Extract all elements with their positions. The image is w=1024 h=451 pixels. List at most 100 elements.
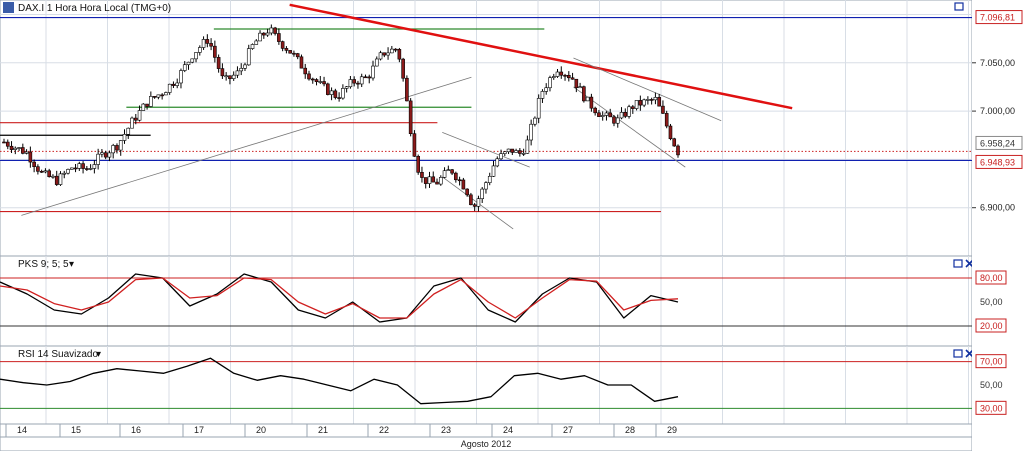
candle <box>416 156 420 173</box>
candle <box>43 170 48 173</box>
candle <box>58 173 63 185</box>
candle <box>499 153 503 160</box>
candle <box>51 175 55 178</box>
candle <box>341 88 345 99</box>
x-tick-label: 22 <box>379 425 389 435</box>
candle <box>205 39 210 44</box>
candle <box>393 48 398 51</box>
candle <box>318 81 323 83</box>
candle <box>5 141 10 147</box>
candle <box>314 79 319 83</box>
candle <box>209 43 213 47</box>
candle <box>258 32 262 42</box>
pks-panel[interactable]: PKS 9; 5; 5 ▾ <box>0 255 974 347</box>
candle <box>303 67 308 75</box>
candle <box>118 140 123 151</box>
candle <box>21 147 25 154</box>
candle <box>194 52 198 60</box>
candle <box>600 115 605 117</box>
candle <box>288 50 292 54</box>
candle <box>536 98 541 119</box>
candle <box>228 75 232 79</box>
candle <box>461 179 466 190</box>
candle <box>397 49 402 60</box>
price-panel[interactable]: DAX.I 1 Hora Hora Local (TMG+0) <box>0 0 973 257</box>
candle <box>359 76 364 85</box>
rsi-dropdown-icon[interactable]: ▾ <box>96 349 101 360</box>
candle <box>646 99 650 101</box>
candle <box>152 96 157 98</box>
chart-icon <box>3 2 14 13</box>
candle <box>619 112 624 119</box>
x-axis-label: Agosto 2012 <box>461 439 512 449</box>
rsi-panel[interactable]: RSI 14 Suavizado ▾ <box>0 345 974 425</box>
candle <box>122 134 127 141</box>
candle <box>593 107 597 114</box>
candle <box>73 167 78 170</box>
oscillator-tick-label: 50,00 <box>980 297 1003 307</box>
candle <box>427 176 432 184</box>
price-badge-label: 7.096,81 <box>980 13 1015 23</box>
candle <box>160 94 164 97</box>
x-axis: 14 15 16 17 20 21 22 23 24 27 28 29 Agosto 2012 <box>0 423 973 451</box>
candle <box>589 96 594 109</box>
candle <box>627 106 631 117</box>
oscillator-tick-label: 30,00 <box>980 403 1003 413</box>
candle <box>182 64 187 71</box>
candle <box>540 91 545 99</box>
candle <box>472 204 477 207</box>
candle <box>201 39 206 48</box>
candle <box>85 168 89 170</box>
candle <box>66 169 70 174</box>
candle <box>487 176 492 183</box>
candle <box>103 152 108 158</box>
candle <box>299 56 304 69</box>
candle <box>92 164 97 169</box>
candle <box>642 99 646 106</box>
candle <box>438 177 443 185</box>
x-tick-label: 29 <box>667 425 677 435</box>
candle <box>115 145 119 151</box>
candle <box>265 32 270 36</box>
pks-title: PKS 9; 5; 5 <box>18 259 69 270</box>
candle <box>164 92 168 96</box>
candle <box>386 52 390 56</box>
candle <box>480 188 485 199</box>
candle <box>28 151 33 163</box>
candle <box>446 169 451 172</box>
dax-chart: DAX.I 1 Hora Hora Local (TMG+0) PKS 9; 5… <box>0 0 1024 451</box>
candle <box>9 145 14 150</box>
candle <box>668 125 673 140</box>
candle <box>235 70 240 76</box>
candle <box>638 100 643 106</box>
chart-title: DAX.I 1 Hora Hora Local (TMG+0) <box>3 2 171 14</box>
candle <box>69 167 74 170</box>
candle <box>81 163 85 169</box>
candle <box>374 58 379 67</box>
candle <box>491 165 496 177</box>
candle <box>371 65 375 79</box>
candle <box>604 112 609 116</box>
candle <box>111 145 115 154</box>
x-tick-label: 24 <box>503 425 513 435</box>
candle <box>525 139 530 154</box>
candle <box>544 87 549 92</box>
candle <box>197 47 202 53</box>
candle <box>186 61 191 66</box>
candle <box>476 198 481 207</box>
candle <box>367 76 372 79</box>
candle <box>243 64 247 69</box>
candle <box>423 177 428 184</box>
price-title: DAX.I 1 Hora Hora Local (TMG+0) <box>18 3 171 14</box>
candle <box>32 161 36 167</box>
candle <box>382 52 387 56</box>
candle <box>518 150 522 154</box>
candle <box>420 172 424 178</box>
candle <box>254 40 259 45</box>
candle <box>502 151 507 154</box>
candle <box>405 77 409 102</box>
candle <box>401 58 405 79</box>
pks-dropdown-icon[interactable]: ▾ <box>69 259 74 270</box>
oscillator-tick-label: 70,00 <box>980 357 1003 367</box>
candle <box>657 97 661 107</box>
